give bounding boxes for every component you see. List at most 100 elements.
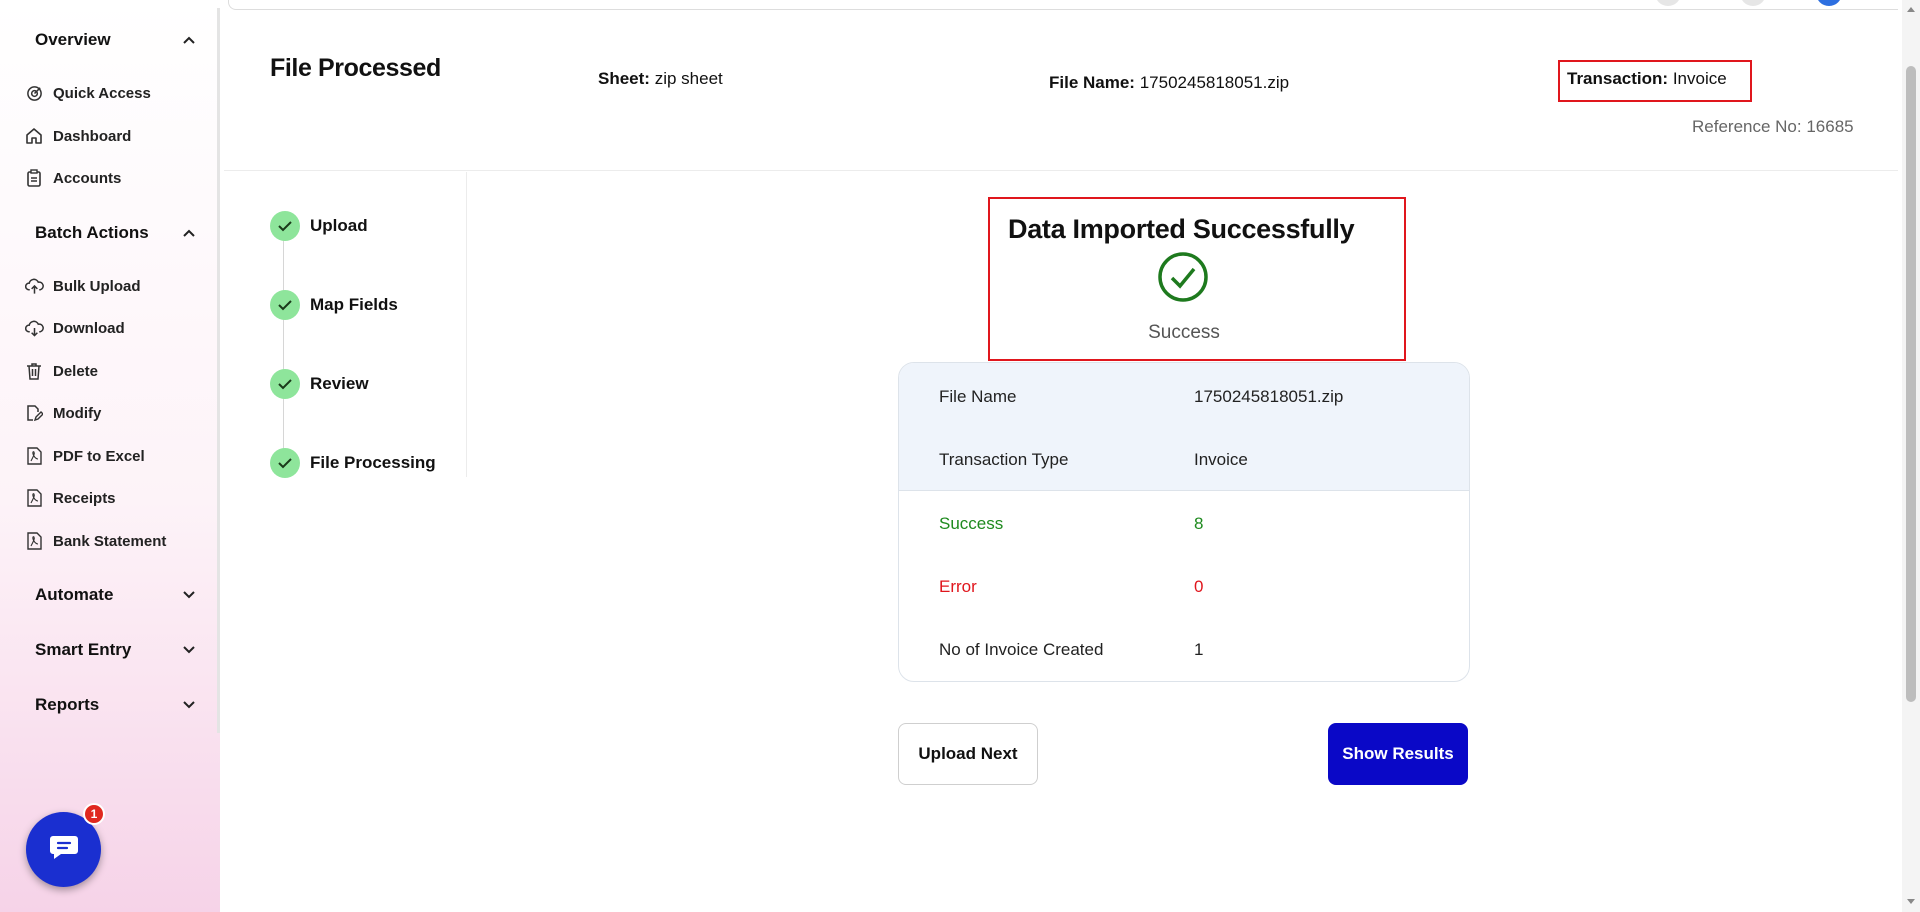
section-smart-entry[interactable]: Smart Entry [35, 635, 195, 665]
row-value: 1 [1194, 640, 1204, 659]
file-name-label: File Name: [1049, 73, 1135, 92]
row-label: Success [939, 514, 1004, 533]
chevron-up-icon [183, 34, 195, 46]
row-value: 8 [1194, 514, 1204, 533]
show-results-button[interactable]: Show Results [1328, 723, 1468, 785]
chat-icon [49, 834, 79, 865]
row-success: Success 8 [939, 512, 1439, 536]
step-label: Map Fields [310, 295, 398, 314]
reference-number: Reference No: 16685 [1692, 117, 1854, 136]
row-label: File Name [939, 387, 1017, 406]
check-icon [270, 290, 300, 320]
step-label: File Processing [310, 453, 436, 472]
sidebar-item-label: Delete [53, 362, 99, 380]
transaction-info: Transaction: Invoice [1567, 69, 1727, 89]
file-edit-icon [24, 403, 44, 423]
section-reports[interactable]: Reports [35, 690, 195, 720]
cloud-download-icon [24, 318, 44, 338]
upload-next-button[interactable]: Upload Next [898, 723, 1038, 785]
check-icon [270, 211, 300, 241]
success-title: Data Imported Successfully [1008, 214, 1355, 244]
pdf-file-icon [24, 488, 44, 508]
file-name-value: 1750245818051.zip [1139, 73, 1290, 92]
sidebar-item-pdf-to-excel[interactable]: PDF to Excel [24, 442, 145, 470]
row-value: Invoice [1194, 450, 1248, 469]
chevron-down-icon [183, 644, 195, 656]
sidebar-item-label: Accounts [53, 169, 122, 187]
section-batch-actions[interactable]: Batch Actions [35, 218, 195, 248]
scrollbar-thumb[interactable] [1906, 66, 1916, 702]
sidebar-item-label: Dashboard [53, 127, 132, 145]
sidebar-item-receipts[interactable]: Receipts [24, 484, 116, 512]
row-value: 1750245818051.zip [1194, 387, 1344, 406]
stepper-divider [466, 172, 467, 477]
sidebar-item-accounts[interactable]: Accounts [24, 164, 121, 192]
row-file-name: File Name 1750245818051.zip [939, 385, 1439, 409]
section-overview[interactable]: Overview [35, 25, 195, 55]
cloud-upload-icon [24, 276, 44, 296]
row-error: Error 0 [939, 575, 1439, 599]
home-icon [24, 126, 44, 146]
page-title: File Processed [270, 54, 441, 82]
sidebar-item-label: PDF to Excel [53, 447, 145, 465]
check-icon [270, 448, 300, 478]
clipboard-icon [24, 168, 44, 188]
sidebar-item-bulk-upload[interactable]: Bulk Upload [24, 272, 141, 300]
sidebar-item-label: Bank Statement [53, 532, 167, 550]
sheet-info: Sheet: zip sheet [598, 69, 723, 89]
sidebar: Overview Quick Access Dashboard Accounts… [0, 0, 220, 912]
summary-card: File Name 1750245818051.zip Transaction … [898, 362, 1470, 682]
sidebar-item-label: Download [53, 319, 125, 337]
target-icon [24, 83, 44, 103]
row-transaction-type: Transaction Type Invoice [939, 448, 1439, 472]
row-value: 0 [1194, 577, 1204, 596]
scroll-up-icon[interactable] [1905, 4, 1917, 14]
row-label: No of Invoice Created [939, 640, 1104, 659]
scroll-down-icon[interactable] [1905, 896, 1917, 906]
chevron-up-icon [183, 227, 195, 239]
top-bar [228, 0, 1898, 10]
step-map-fields: Map Fields [270, 290, 398, 320]
step-upload: Upload [270, 211, 368, 241]
step-review: Review [270, 369, 369, 399]
row-label: Transaction Type [939, 450, 1069, 469]
chevron-down-icon [183, 699, 195, 711]
sidebar-item-bank-statement[interactable]: Bank Statement [24, 527, 166, 555]
sheet-label: Sheet: [598, 69, 650, 88]
sidebar-item-quick-access[interactable]: Quick Access [24, 79, 151, 107]
pdf-file-icon [24, 531, 44, 551]
stepper-line [283, 230, 284, 460]
chat-notification-badge: 1 [83, 803, 105, 825]
pdf-file-icon [24, 446, 44, 466]
sidebar-scrollbar[interactable] [217, 8, 220, 733]
section-automate-label: Automate [35, 585, 114, 604]
check-icon [270, 369, 300, 399]
section-batch-actions-label: Batch Actions [35, 223, 149, 242]
section-smart-entry-label: Smart Entry [35, 640, 132, 659]
step-label: Review [310, 374, 369, 393]
sidebar-item-delete[interactable]: Delete [24, 357, 98, 385]
sidebar-item-modify[interactable]: Modify [24, 399, 101, 427]
file-name-info: File Name: 1750245818051.zip [1049, 73, 1289, 93]
section-reports-label: Reports [35, 695, 100, 714]
sidebar-item-label: Bulk Upload [53, 277, 141, 295]
section-automate[interactable]: Automate [35, 580, 195, 610]
check-circle-icon [1157, 251, 1209, 303]
step-file-processing: File Processing [270, 448, 436, 478]
sidebar-item-label: Receipts [53, 489, 116, 507]
success-status: Success [1148, 322, 1220, 343]
row-invoices-created: No of Invoice Created 1 [939, 638, 1439, 662]
trash-icon [24, 361, 44, 381]
sidebar-item-label: Quick Access [53, 84, 151, 102]
sheet-value: zip sheet [654, 69, 723, 88]
step-label: Upload [310, 216, 368, 235]
sidebar-item-download[interactable]: Download [24, 314, 125, 342]
row-label: Error [939, 577, 977, 596]
sidebar-item-label: Modify [53, 404, 102, 422]
sidebar-item-dashboard[interactable]: Dashboard [24, 122, 131, 150]
transaction-label: Transaction: [1567, 69, 1669, 88]
header-divider [224, 170, 1898, 171]
section-overview-label: Overview [35, 30, 111, 49]
transaction-value: Invoice [1672, 69, 1727, 88]
chevron-down-icon [183, 589, 195, 601]
